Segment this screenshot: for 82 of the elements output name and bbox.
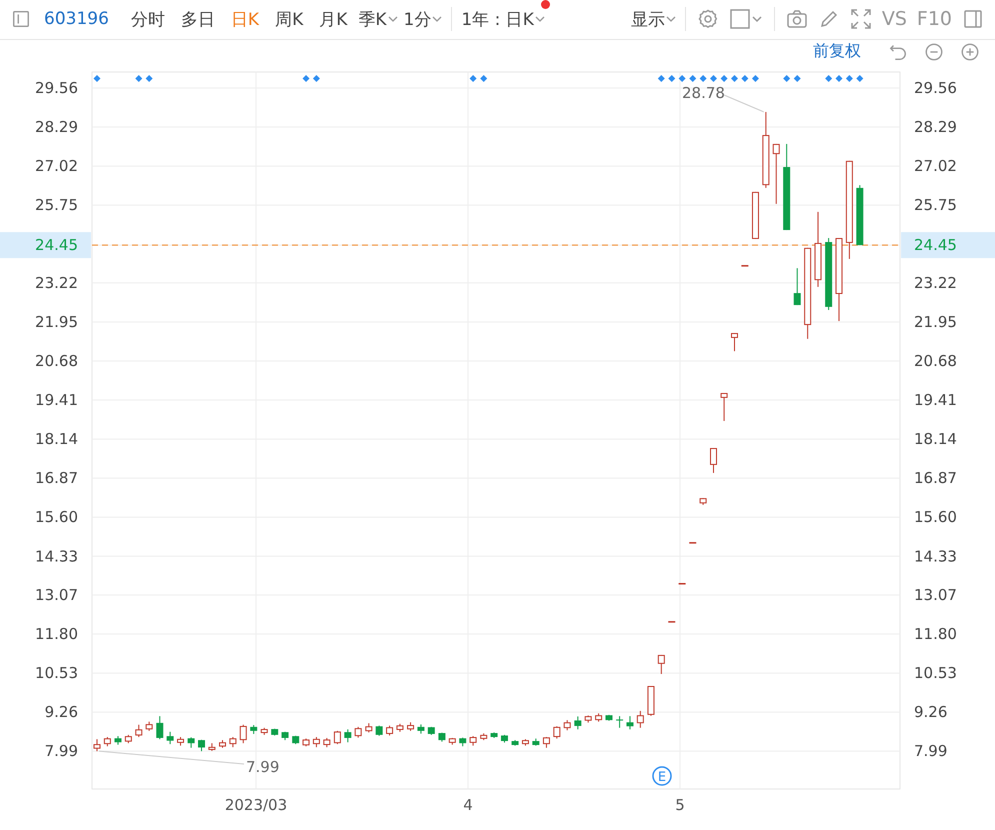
price-axis-label: 28.29 xyxy=(914,118,957,136)
candlestick xyxy=(668,620,676,623)
price-axis-label: 15.60 xyxy=(35,508,78,526)
price-axis-label: 24.45 xyxy=(914,236,957,254)
candlestick xyxy=(678,582,686,584)
period-dropdown[interactable]: 1分 xyxy=(400,8,446,31)
price-axis-label: 25.75 xyxy=(914,196,957,214)
candlestick xyxy=(135,724,142,738)
period-tab[interactable]: 分时 xyxy=(122,8,173,31)
candlestick xyxy=(752,191,759,240)
period-tab[interactable]: 月K xyxy=(311,8,356,31)
price-axis-label: 15.60 xyxy=(914,508,957,526)
price-axis-label: 16.87 xyxy=(35,469,78,488)
chevron-icon xyxy=(534,16,545,23)
price-axis-label: 29.56 xyxy=(914,79,957,97)
price-axis-label: 23.22 xyxy=(914,274,957,292)
chevron-icon xyxy=(666,16,676,23)
candlestick xyxy=(700,498,707,506)
price-axis-label: 11.80 xyxy=(914,625,957,644)
candlestick xyxy=(470,736,477,746)
zoom-in-icon xyxy=(960,42,980,62)
chevron-icon xyxy=(388,16,398,23)
price-axis-label: 7.99 xyxy=(914,742,948,760)
camera-icon xyxy=(786,8,808,30)
price-axis-label: 16.87 xyxy=(914,469,957,488)
period-tab[interactable]: 周K xyxy=(267,8,312,31)
price-axis-label: 29.56 xyxy=(35,79,78,97)
candlestick xyxy=(794,268,801,306)
price-axis-label: 24.45 xyxy=(35,236,78,254)
candlestick xyxy=(856,184,864,246)
candlestick xyxy=(94,738,100,752)
price-axis-label: 21.95 xyxy=(35,312,78,331)
price-axis-label: 14.33 xyxy=(914,547,957,566)
price-axis-label: 13.07 xyxy=(914,586,957,604)
sidebar-toggle-icon xyxy=(11,9,31,30)
price-axis-label: 23.22 xyxy=(35,274,78,292)
period-tab[interactable]: 多日 xyxy=(172,8,223,31)
price-axis-label: 28.29 xyxy=(35,118,78,136)
range-dropdown[interactable]: 1年 : 日K xyxy=(458,8,548,31)
display-dropdown[interactable]: 显示 xyxy=(628,8,679,31)
price-axis-label: 18.14 xyxy=(35,430,78,448)
price-axis-label: 25.75 xyxy=(35,196,78,214)
price-axis-label: 27.02 xyxy=(35,157,78,176)
date-axis-label: 2023/03 xyxy=(224,796,288,814)
price-axis-label: 10.53 xyxy=(35,664,78,682)
price-axis-label: 18.14 xyxy=(914,430,957,448)
settings-icon xyxy=(696,8,719,30)
candlestick xyxy=(146,721,153,732)
price-axis-label: 14.33 xyxy=(35,547,78,566)
chevron-icon xyxy=(432,16,442,23)
price-axis-label: 20.68 xyxy=(35,352,78,370)
price-axis-label: 13.07 xyxy=(35,586,78,604)
period-dropdown[interactable]: 季K xyxy=(355,8,401,31)
side-panel-icon xyxy=(962,8,984,30)
date-axis-label: 4 xyxy=(463,796,473,814)
price-axis-label: 11.80 xyxy=(35,625,78,644)
fullscreen-icon xyxy=(850,8,872,30)
adjustment-button[interactable]: 前复权 xyxy=(807,40,867,64)
candlestick xyxy=(480,732,488,741)
candlestick xyxy=(312,736,320,748)
max-price-label: 28.78 xyxy=(682,84,725,102)
candlestick xyxy=(302,738,310,747)
zoom-out-icon xyxy=(924,42,944,62)
price-axis-label: 27.02 xyxy=(914,157,957,176)
price-axis-label: 10.53 xyxy=(914,664,957,682)
candlestick xyxy=(720,392,728,422)
leader-line xyxy=(724,94,764,112)
candlestick xyxy=(689,542,696,544)
price-axis-label: 19.41 xyxy=(914,391,957,410)
price-axis-label: 21.95 xyxy=(914,312,957,331)
date-axis-label: 5 xyxy=(675,796,685,814)
candlestick xyxy=(741,264,748,267)
candlestick xyxy=(731,332,738,352)
candlestick xyxy=(658,654,665,674)
price-axis-label: 9.26 xyxy=(914,703,948,722)
price-axis-label: 9.26 xyxy=(44,703,78,722)
stock-code: 603196 xyxy=(44,9,109,30)
price-axis-label: 19.41 xyxy=(35,391,78,410)
price-axis-label: 7.99 xyxy=(44,742,78,760)
candlestick xyxy=(710,448,717,474)
price-axis-label: 20.68 xyxy=(914,352,957,370)
min-price-label: 7.99 xyxy=(246,758,280,776)
